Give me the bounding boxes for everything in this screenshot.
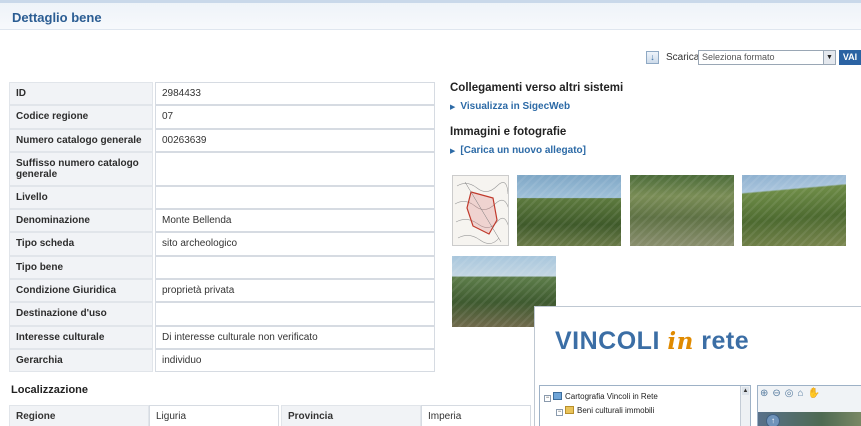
detail-key: ID xyxy=(9,82,153,106)
detail-value: individuo xyxy=(155,348,435,373)
region-label: Regione xyxy=(9,405,149,426)
map-thumbnail[interactable] xyxy=(452,175,509,246)
detail-row: Denominazione Monte Bellenda xyxy=(9,209,435,233)
detail-value xyxy=(155,185,435,210)
upload-attachment-link[interactable]: ▶ [Carica un nuovo allegato] xyxy=(450,145,850,156)
region-value: Liguria xyxy=(149,405,279,426)
detail-row: Destinazione d'uso xyxy=(9,302,435,326)
export-format-value: Seleziona formato xyxy=(702,52,775,62)
detail-row: Tipo scheda sito archeologico xyxy=(9,232,435,256)
detail-row: Livello xyxy=(9,185,435,210)
vincoli-in-rete-panel: VINCOLI in rete − Cartografia Vincoli in … xyxy=(534,306,861,426)
detail-key: Condizione Giuridica xyxy=(9,279,153,303)
side-panel: Collegamenti verso altri sistemi ▶ Visual… xyxy=(450,82,850,170)
detail-key: Livello xyxy=(9,185,153,210)
tree-node[interactable]: − Beni culturali immobili xyxy=(556,406,654,416)
detail-value: Di interesse culturale non verificato xyxy=(155,325,435,349)
detail-row: Gerarchia individuo xyxy=(9,348,435,373)
detail-value: proprietà privata xyxy=(155,279,435,303)
arrow-right-icon: ▶ xyxy=(450,104,456,111)
detail-table: ID 2984433 Codice regione 07 Numero cata… xyxy=(9,82,435,373)
detail-value: sito archeologico xyxy=(155,232,435,256)
detail-value: 07 xyxy=(155,105,435,129)
detail-key: Numero catalogo generale xyxy=(9,128,153,152)
upload-attachment-label: [Carica un nuovo allegato] xyxy=(460,145,586,156)
photo-thumbnail[interactable] xyxy=(742,175,846,246)
photo-thumbnail[interactable] xyxy=(517,175,621,246)
images-section-title: Immagini e fotografie xyxy=(450,126,567,138)
scrollbar[interactable]: ▲ xyxy=(740,386,750,426)
tree-node-label: Beni culturali immobili xyxy=(577,406,655,415)
map-viewer[interactable]: ⊕⊖◎⌂✋ ↑ xyxy=(757,385,861,426)
layer-tree[interactable]: − Cartografia Vincoli in Rete − Beni cultu… xyxy=(539,385,751,426)
localization-title: Localizzazione xyxy=(11,384,89,396)
tree-node-label: Cartografia Vincoli in Rete xyxy=(565,392,658,401)
chevron-down-icon[interactable]: ▼ xyxy=(823,51,835,64)
export-bar: ↓ Scarica Seleziona formato ▼ VAI xyxy=(646,50,861,66)
collapse-icon[interactable]: − xyxy=(556,409,563,416)
detail-row: Codice regione 07 xyxy=(9,105,435,129)
collapse-icon[interactable]: − xyxy=(544,395,551,402)
detail-value: Monte Bellenda xyxy=(155,209,435,233)
logo-part: rete xyxy=(701,327,750,355)
page-header: Dettaglio bene xyxy=(0,0,861,30)
arrow-right-icon: ▶ xyxy=(450,148,456,155)
download-icon[interactable]: ↓ xyxy=(646,51,659,64)
navigate-up-icon[interactable]: ↑ xyxy=(766,414,780,426)
map-toolbar[interactable]: ⊕⊖◎⌂✋ xyxy=(760,388,824,399)
go-button[interactable]: VAI xyxy=(839,50,861,65)
detail-value: 00263639 xyxy=(155,128,435,152)
detail-value: 2984433 xyxy=(155,82,435,106)
detail-key: Destinazione d'uso xyxy=(9,302,153,326)
detail-row: Suffisso numero catalogo generale xyxy=(9,151,435,186)
detail-row: Condizione Giuridica proprietà privata xyxy=(9,279,435,303)
province-label: Provincia xyxy=(281,405,421,426)
detail-row: Numero catalogo generale 00263639 xyxy=(9,128,435,152)
sigecweb-link[interactable]: ▶ Visualizza in SigecWeb xyxy=(450,101,850,112)
detail-key: Tipo scheda xyxy=(9,232,153,256)
detail-value xyxy=(155,302,435,326)
map-sketch-icon xyxy=(454,181,508,244)
export-format-select[interactable]: Seleziona formato ▼ xyxy=(698,50,836,65)
detail-value xyxy=(155,255,435,280)
detail-key: Denominazione xyxy=(9,209,153,233)
map-layer-icon xyxy=(553,392,562,400)
folder-icon xyxy=(565,406,574,414)
detail-key: Tipo bene xyxy=(9,255,153,280)
vincoli-logo: VINCOLI in rete xyxy=(555,327,749,356)
detail-key: Interesse culturale xyxy=(9,325,153,349)
detail-row: Interesse culturale Di interesse cultura… xyxy=(9,325,435,349)
scroll-up-icon[interactable]: ▲ xyxy=(742,387,749,395)
photo-thumbnail[interactable] xyxy=(630,175,734,246)
detail-row: ID 2984433 xyxy=(9,82,435,106)
province-value: Imperia xyxy=(421,405,531,426)
export-label: Scarica xyxy=(666,52,700,63)
links-section-title: Collegamenti verso altri sistemi xyxy=(450,82,624,94)
page-title: Dettaglio bene xyxy=(12,10,102,25)
logo-part: in xyxy=(667,328,694,355)
detail-key: Codice regione xyxy=(9,105,153,129)
detail-key: Gerarchia xyxy=(9,348,153,373)
detail-row: Tipo bene xyxy=(9,255,435,280)
detail-key: Suffisso numero catalogo generale xyxy=(9,151,153,186)
tree-node[interactable]: − Cartografia Vincoli in Rete xyxy=(544,392,658,402)
logo-part: VINCOLI xyxy=(555,327,660,355)
detail-value xyxy=(155,151,435,186)
sigecweb-link-label: Visualizza in SigecWeb xyxy=(460,101,571,112)
